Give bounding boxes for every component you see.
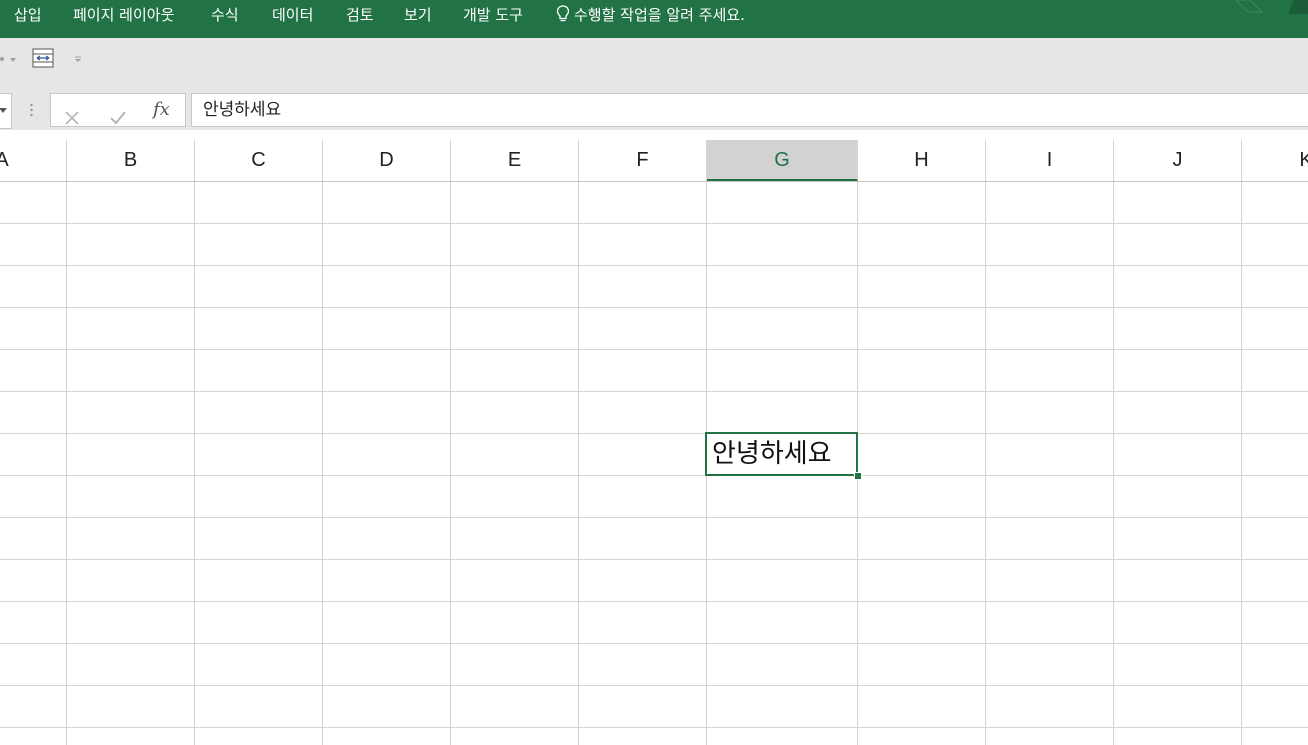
tell-me-text: 수행할 작업을 알려 주세요. bbox=[574, 6, 745, 24]
fill-handle[interactable] bbox=[854, 472, 862, 480]
tab-developer[interactable]: 개발 도구 bbox=[463, 0, 523, 31]
chevron-down-icon bbox=[0, 108, 7, 113]
grid-line bbox=[0, 391, 1308, 392]
grid-line bbox=[1241, 182, 1242, 745]
grid-line bbox=[0, 643, 1308, 644]
grid-line bbox=[0, 349, 1308, 350]
wrap-columns-icon[interactable] bbox=[32, 48, 54, 68]
grid-line bbox=[0, 433, 1308, 434]
grid-line bbox=[0, 727, 1308, 728]
ribbon-tab-bar: 삽입 페이지 레이아웃 수식 데이터 검토 보기 개발 도구 수행할 작업을 알… bbox=[0, 0, 1308, 38]
column-header-row: A B C D E F G H I J K bbox=[0, 140, 1308, 182]
column-header-d[interactable]: D bbox=[323, 140, 451, 181]
quick-toolbar bbox=[0, 38, 1308, 90]
grip-icon[interactable] bbox=[30, 103, 33, 117]
tab-data[interactable]: 데이터 bbox=[272, 0, 313, 31]
column-header-f[interactable]: F bbox=[579, 140, 707, 181]
formula-bar: fx 안녕하세요 bbox=[0, 90, 1308, 130]
grid-line bbox=[0, 685, 1308, 686]
grid-line bbox=[0, 223, 1308, 224]
tab-page-layout[interactable]: 페이지 레이아웃 bbox=[73, 0, 174, 31]
formula-input[interactable]: 안녕하세요 bbox=[191, 93, 1308, 127]
ribbon-pattern-icon bbox=[1235, 0, 1308, 14]
grid-line bbox=[1113, 182, 1114, 745]
grid-line bbox=[0, 517, 1308, 518]
header-gap bbox=[0, 130, 1308, 140]
tab-view[interactable]: 보기 bbox=[404, 0, 432, 31]
grid-line bbox=[66, 182, 67, 745]
grid-line bbox=[194, 182, 195, 745]
column-header-c[interactable]: C bbox=[195, 140, 323, 181]
column-header-h[interactable]: H bbox=[858, 140, 986, 181]
grid-line bbox=[0, 475, 1308, 476]
tab-insert[interactable]: 삽입 bbox=[14, 0, 42, 31]
column-header-a[interactable]: A bbox=[0, 140, 67, 181]
active-cell[interactable]: 안녕하세요 bbox=[705, 432, 858, 476]
column-header-g[interactable]: G bbox=[707, 140, 858, 181]
customize-toolbar-icon[interactable] bbox=[74, 56, 82, 62]
grid-line bbox=[0, 601, 1308, 602]
cell-grid[interactable] bbox=[0, 182, 1308, 745]
grid-line bbox=[322, 182, 323, 745]
insert-function-icon[interactable]: fx bbox=[153, 94, 170, 126]
column-header-k[interactable]: K bbox=[1242, 140, 1308, 181]
lightbulb-icon bbox=[556, 5, 570, 22]
grid-line bbox=[0, 265, 1308, 266]
tell-me-search[interactable]: 수행할 작업을 알려 주세요. bbox=[556, 0, 745, 31]
column-header-i[interactable]: I bbox=[986, 140, 1114, 181]
grid-line bbox=[450, 182, 451, 745]
grid-line bbox=[578, 182, 579, 745]
tab-review[interactable]: 검토 bbox=[346, 0, 374, 31]
tab-formulas[interactable]: 수식 bbox=[211, 0, 239, 31]
grid-line bbox=[985, 182, 986, 745]
redo-arrow-icon[interactable] bbox=[0, 54, 20, 66]
grid-line bbox=[0, 559, 1308, 560]
column-header-e[interactable]: E bbox=[451, 140, 579, 181]
column-header-b[interactable]: B bbox=[67, 140, 195, 181]
grid-line bbox=[0, 307, 1308, 308]
column-header-j[interactable]: J bbox=[1114, 140, 1242, 181]
name-box[interactable] bbox=[0, 93, 12, 129]
formula-buttons: fx bbox=[50, 93, 186, 127]
